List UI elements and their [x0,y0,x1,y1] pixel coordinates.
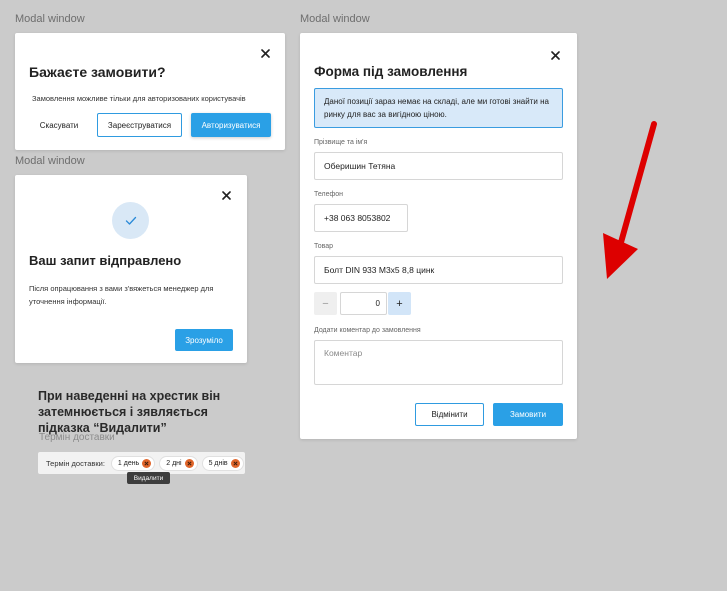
decrease-button[interactable]: − [314,292,337,315]
delivery-chip: 5 днів [201,455,244,471]
submit-button[interactable]: Замовити [493,403,563,426]
hover-note: При наведенні на хрестик він затемнюєтьс… [38,389,221,435]
quantity-input[interactable]: 0 [340,292,387,315]
increase-button[interactable]: + [388,292,411,315]
remove-icon[interactable] [230,458,240,468]
comment-label: Додати коментар до замовлення [314,327,421,334]
chip-label: 2 дні [166,459,182,467]
product-field[interactable]: Болт DIN 933 М3х5 8,8 цинк [314,256,563,284]
request-sent-modal: Ваш запит відправлено Після опрацювання … [15,175,247,363]
remove-icon[interactable] [142,458,152,468]
order-form-modal: Форма під замовлення Даної позиції зараз… [300,33,577,439]
close-icon[interactable] [258,46,272,60]
delivery-chip: 1 день [110,455,156,471]
cancel-button[interactable]: Скасувати [29,114,89,137]
modal-title: Бажаєте замовити? [29,64,166,80]
cancel-button[interactable]: Відмінити [415,403,484,426]
delivery-term-bar: Термін доставки: 1 день 2 дні 5 днів [38,452,245,474]
comment-textarea[interactable]: Коментар [314,340,563,385]
frame-label-success: Modal window [15,155,85,167]
phone-field[interactable]: +38 063 8053802 [314,204,408,232]
chip-label: 5 днів [208,459,228,467]
modal-description: Після опрацювання з вами з'вяжеться мене… [29,284,214,306]
product-label: Товар [314,243,334,250]
modal-title: Ваш запит відправлено [29,253,182,268]
frame-label-confirm: Modal window [15,13,85,25]
close-icon[interactable] [219,188,233,202]
arrow-icon [603,121,657,279]
delivery-label: Термін доставки: [46,458,105,468]
confirm-order-modal: Бажаєте замовити? Замовлення можливе тіл… [15,33,285,150]
name-field[interactable]: Оберишин Тетяна [314,152,563,180]
phone-label: Телефон [314,191,344,198]
delivery-chip: 2 дні [159,455,198,471]
chip-label: 1 день [117,459,140,467]
remove-icon[interactable] [184,458,194,468]
close-icon[interactable] [548,48,562,62]
stock-info-banner: Даної позиції зараз немає на складі, але… [314,88,563,128]
modal-description: Замовлення можливе тільки для авторизова… [32,94,246,103]
register-button[interactable]: Зареєструватися [97,113,182,137]
frame-label-order: Modal window [300,13,370,25]
remove-tooltip: Видалити [127,472,170,484]
ok-button[interactable]: Зрозуміло [175,329,233,351]
name-label: Прізвище та ім'я [314,139,368,146]
form-title: Форма під замовлення [314,64,468,79]
login-button[interactable]: Авторизуватися [191,113,271,137]
check-icon [112,202,149,239]
